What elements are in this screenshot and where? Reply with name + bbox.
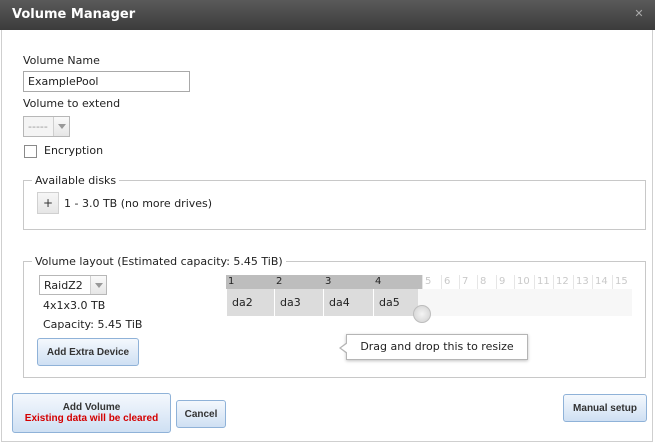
column-header: 1 xyxy=(226,275,274,289)
column-header-inactive: 5 xyxy=(422,275,441,289)
close-icon[interactable]: ✕ xyxy=(633,8,645,20)
encryption-label: Encryption xyxy=(44,144,104,157)
column-header-inactive: 8 xyxy=(477,275,496,289)
chevron-down-icon xyxy=(90,276,106,294)
volume-name-label: Volume Name xyxy=(23,54,100,67)
disk-cell[interactable]: da4 xyxy=(323,289,373,316)
column-header: 4 xyxy=(373,275,422,289)
resize-handle[interactable] xyxy=(413,305,431,323)
add-disk-button[interactable]: + xyxy=(37,192,59,214)
cancel-button[interactable]: Cancel xyxy=(176,400,226,428)
disk-cell[interactable]: da2 xyxy=(226,289,274,316)
column-header-inactive: 10 xyxy=(514,275,534,289)
volume-extend-value: ----- xyxy=(28,120,48,133)
grid-empty-area xyxy=(418,289,632,316)
window-title: Volume Manager xyxy=(12,7,136,22)
volume-extend-label: Volume to extend xyxy=(23,97,121,110)
volume-extend-select[interactable]: ----- xyxy=(23,116,70,137)
available-disk-item: 1 - 3.0 TB (no more drives) xyxy=(64,197,213,210)
column-header: 2 xyxy=(274,275,323,289)
add-volume-warning: Existing data will be cleared xyxy=(24,413,159,424)
volume-name-input[interactable] xyxy=(23,71,190,92)
title-bar: Volume Manager ✕ xyxy=(0,0,655,30)
column-header-inactive: 15 xyxy=(612,275,632,289)
add-extra-device-button[interactable]: Add Extra Device xyxy=(37,338,139,366)
column-header: 3 xyxy=(323,275,373,289)
capacity-text: Capacity: 5.45 TiB xyxy=(43,318,143,331)
add-volume-label: Add Volume xyxy=(62,402,121,413)
column-header-inactive: 11 xyxy=(534,275,553,289)
add-volume-button[interactable]: Add Volume Existing data will be cleared xyxy=(12,393,171,433)
available-disks-legend: Available disks xyxy=(35,174,117,187)
chevron-down-icon xyxy=(53,117,69,136)
column-header-inactive: 14 xyxy=(592,275,612,289)
column-header-inactive: 6 xyxy=(441,275,459,289)
raid-type-value: RaidZ2 xyxy=(44,279,83,292)
resize-tooltip: Drag and drop this to resize xyxy=(339,334,528,360)
manual-setup-button[interactable]: Manual setup xyxy=(563,394,647,422)
column-header-inactive: 7 xyxy=(459,275,477,289)
layout-config-text: 4x1x3.0 TB xyxy=(43,299,106,312)
encryption-checkbox[interactable] xyxy=(24,145,37,158)
disk-cell[interactable]: da3 xyxy=(274,289,323,316)
column-header-inactive: 9 xyxy=(496,275,514,289)
column-header-inactive: 12 xyxy=(553,275,573,289)
disk-cell[interactable]: da5 xyxy=(373,289,418,316)
raid-type-select[interactable]: RaidZ2 xyxy=(39,275,107,295)
column-header-inactive: 13 xyxy=(573,275,592,289)
volume-layout-legend: Volume layout (Estimated capacity: 5.45 … xyxy=(35,255,283,268)
